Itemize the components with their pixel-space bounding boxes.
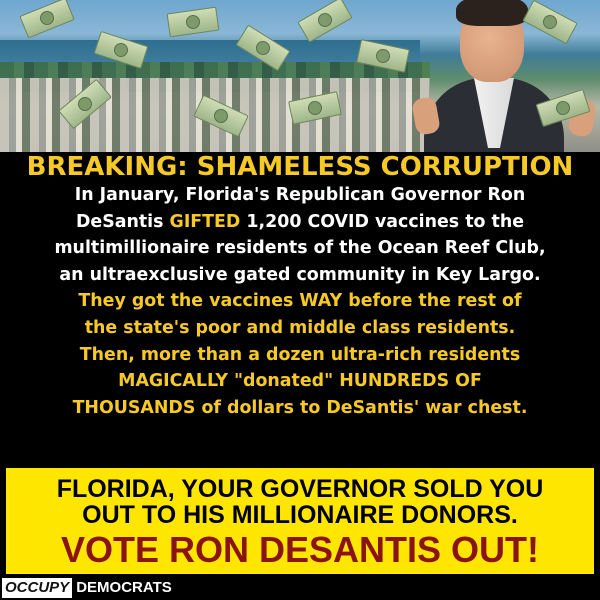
body-line: DeSantis GIFTED 1,200 COVID vaccines to … [6, 209, 594, 236]
hair [456, 0, 528, 26]
emphasis-text: WAY [299, 291, 343, 312]
body-line-text: 1,200 COVID vaccines to the [240, 211, 525, 232]
footer: OCCUPY DEMOCRATS [0, 576, 600, 600]
occupy-democrats-logo: OCCUPY DEMOCRATS [2, 578, 172, 598]
body-line-text: multimillionaire residents of the Ocean … [54, 238, 546, 259]
vote-out-slogan: VOTE RON DESANTIS OUT! [60, 529, 540, 570]
body-line: an ultraexclusive gated community in Key… [6, 262, 594, 289]
body-line: THOUSANDS of dollars to DeSantis' war ch… [6, 395, 594, 422]
emphasis-text: GIFTED [169, 211, 241, 232]
banner-line-2: OUT TO HIS MILLIONAIRE DONORS. [82, 501, 518, 529]
header-photo [0, 0, 600, 152]
logo-democrats-text: DEMOCRATS [76, 579, 172, 596]
body-line-text: an ultraexclusive gated community in Key… [59, 264, 541, 285]
body-line: Then, more than a dozen ultra-rich resid… [6, 342, 594, 369]
money-bill-icon [166, 6, 220, 38]
emphasis-text: before the rest of [342, 291, 522, 312]
body-line-text: DeSantis [75, 211, 170, 232]
body-line: multimillionaire residents of the Ocean … [6, 235, 594, 262]
banner-line-1: FLORIDA, YOUR GOVERNOR SOLD YOU [56, 475, 544, 503]
headline: BREAKING: SHAMELESS CORRUPTION [26, 152, 574, 182]
body-line: They got the vaccines WAY before the res… [6, 288, 594, 315]
emphasis-text: They got the vaccines [78, 291, 300, 312]
emphasis-text: Then, more than a dozen ultra-rich resid… [79, 344, 521, 365]
meme-graphic: BREAKING: SHAMELESS CORRUPTION In Januar… [0, 0, 600, 600]
logo-occupy-text: OCCUPY [2, 578, 73, 598]
money-bill-icon [19, 0, 75, 39]
money-bill-icon [297, 0, 353, 43]
emphasis-text: THOUSANDS of dollars to DeSantis' war ch… [72, 397, 528, 418]
body-text: In January, Florida's Republican Governo… [6, 182, 594, 421]
body-line-text: In January, Florida's Republican Governo… [74, 185, 526, 205]
body-line: the state's poor and middle class reside… [6, 315, 594, 342]
emphasis-text: MAGICALLY "donated" HUNDREDS OF [118, 371, 482, 392]
body-line: In January, Florida's Republican Governo… [6, 182, 594, 209]
body-line: MAGICALLY "donated" HUNDREDS OF [6, 368, 594, 395]
call-to-action-banner: FLORIDA, YOUR GOVERNOR SOLD YOU OUT TO H… [6, 468, 594, 574]
emphasis-text: the state's poor and middle class reside… [84, 317, 516, 338]
